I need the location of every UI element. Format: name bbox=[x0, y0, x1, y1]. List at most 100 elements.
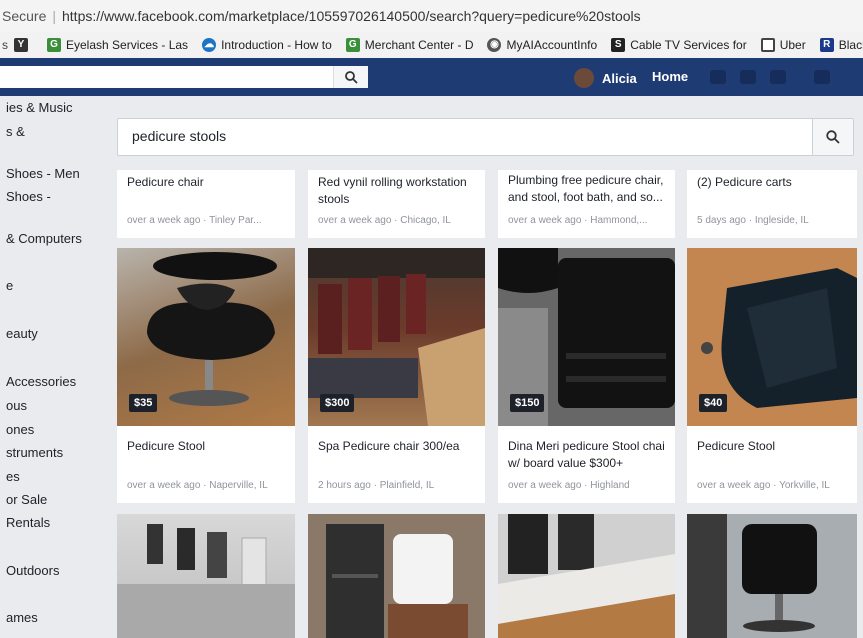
notifications-icon[interactable] bbox=[770, 70, 786, 84]
bookmark-merchant-center[interactable]: G Merchant Center - D bbox=[345, 38, 474, 52]
marketplace-search-button[interactable] bbox=[812, 119, 853, 155]
marketplace-results: Pedicure chair over a week ago · Tinley … bbox=[112, 96, 863, 638]
listing-card[interactable]: $150 Dina Meri pedicure Stool chai w/ bo… bbox=[498, 248, 675, 503]
listing-photo[interactable]: $150 bbox=[498, 248, 675, 426]
listing-title: Plumbing free pedicure chair, and stool,… bbox=[508, 173, 664, 204]
bookmark-label: Introduction - How to bbox=[221, 38, 332, 52]
sidebar-item[interactable]: struments bbox=[6, 445, 63, 460]
s-icon: S bbox=[611, 38, 626, 52]
avatar bbox=[574, 68, 594, 88]
listing-card[interactable]: Red vynil rolling workstation stools ove… bbox=[308, 170, 485, 238]
listing-card[interactable] bbox=[117, 514, 295, 638]
bookmark-introduction[interactable]: ☁ Introduction - How to bbox=[202, 38, 332, 52]
sidebar-item[interactable]: Shoes - bbox=[6, 189, 51, 204]
bookmark-label: Black Tulip S bbox=[838, 38, 863, 52]
security-label: Secure bbox=[2, 8, 47, 24]
sidebar-item[interactable]: ones bbox=[6, 422, 34, 437]
home-link[interactable]: Home bbox=[652, 69, 688, 84]
listing-title: Pedicure chair bbox=[127, 175, 204, 189]
listing-meta: 5 days ago · Ingleside, IL bbox=[697, 215, 809, 226]
listing-card[interactable] bbox=[498, 514, 675, 638]
address-divider: | bbox=[52, 8, 56, 24]
friend-requests-icon[interactable] bbox=[710, 70, 726, 84]
listing-title: Spa Pedicure chair 300/ea bbox=[318, 439, 460, 453]
bookmark-uber[interactable]: Uber bbox=[760, 38, 806, 52]
profile-name: Alicia bbox=[602, 70, 637, 86]
sidebar-item[interactable]: ies & Music bbox=[6, 100, 72, 115]
url-text[interactable]: https://www.facebook.com/marketplace/105… bbox=[62, 8, 641, 24]
listing-photo[interactable]: $40 bbox=[687, 248, 857, 426]
bookmark-label: Merchant Center - D bbox=[364, 38, 474, 52]
cart-photo-illustration bbox=[326, 524, 468, 638]
listing-card[interactable] bbox=[308, 514, 485, 638]
sidebar-item[interactable]: Outdoors bbox=[6, 563, 59, 578]
marketplace-search-bar bbox=[117, 118, 854, 156]
facebook-search-button[interactable] bbox=[333, 66, 368, 88]
sidebar-item[interactable]: e bbox=[6, 278, 13, 293]
messages-icon[interactable] bbox=[740, 70, 756, 84]
listing-photo[interactable] bbox=[117, 514, 295, 638]
profile-link[interactable]: Alicia bbox=[574, 68, 637, 88]
google-icon: G bbox=[345, 38, 360, 52]
price-badge: $40 bbox=[699, 394, 728, 412]
listing-title: (2) Pedicure carts bbox=[697, 175, 792, 189]
listing-photo[interactable]: $300 bbox=[308, 248, 485, 426]
sidebar-item[interactable]: s & bbox=[6, 124, 25, 139]
listing-card[interactable]: $35 Pedicure Stool over a week ago · Nap… bbox=[117, 248, 295, 503]
sidebar-item[interactable]: Shoes - Men bbox=[6, 166, 80, 181]
bookmark-item[interactable]: s Y bbox=[2, 38, 33, 52]
listing-card[interactable] bbox=[687, 514, 857, 638]
bookmark-label: Cable TV Services for bbox=[630, 38, 747, 52]
sidebar-item[interactable]: eauty bbox=[6, 326, 38, 341]
stool-photo-illustration bbox=[687, 514, 857, 638]
sidebar-item[interactable]: es bbox=[6, 469, 20, 484]
listing-meta: 2 hours ago · Plainfield, IL bbox=[318, 480, 435, 491]
facebook-search-box[interactable] bbox=[0, 66, 368, 88]
sidebar-item[interactable]: & Computers bbox=[6, 231, 82, 246]
listing-meta: over a week ago · Highland bbox=[508, 480, 630, 491]
bookmark-label: Eyelash Services - Las bbox=[66, 38, 189, 52]
listing-photo[interactable]: $35 bbox=[117, 248, 295, 426]
listing-title: Pedicure Stool bbox=[697, 439, 776, 453]
price-badge: $150 bbox=[510, 394, 545, 412]
y-icon: Y bbox=[14, 38, 28, 52]
sidebar-item[interactable]: ames bbox=[6, 610, 38, 625]
listing-card[interactable]: Plumbing free pedicure chair, and stool,… bbox=[498, 170, 675, 238]
apps-icon: s bbox=[2, 38, 8, 52]
search-icon bbox=[344, 70, 358, 84]
spa-chairs-photo-illustration bbox=[117, 524, 295, 638]
help-icon[interactable] bbox=[814, 70, 830, 84]
listing-photo[interactable] bbox=[498, 514, 675, 638]
globe-icon: ◉ bbox=[487, 38, 502, 52]
listing-title: Pedicure Stool bbox=[127, 439, 206, 453]
listing-meta: over a week ago · Yorkville, IL bbox=[697, 480, 830, 491]
listing-card[interactable]: (2) Pedicure carts 5 days ago · Inglesid… bbox=[687, 170, 857, 238]
bookmark-cable-tv[interactable]: S Cable TV Services for bbox=[611, 38, 747, 52]
listing-meta: over a week ago · Naperville, IL bbox=[127, 480, 268, 491]
browser-address-bar[interactable]: Secure | https://www.facebook.com/market… bbox=[0, 0, 863, 33]
listing-card[interactable]: $300 Spa Pedicure chair 300/ea 2 hours a… bbox=[308, 248, 485, 503]
listing-title: Red vynil rolling workstation stools bbox=[318, 175, 467, 206]
bookmark-black-tulip[interactable]: R Black Tulip S bbox=[819, 38, 863, 52]
bookmarks-bar: s Y G Eyelash Services - Las ☁ Introduct… bbox=[0, 32, 863, 59]
listing-photo[interactable] bbox=[687, 514, 857, 638]
price-badge: $35 bbox=[129, 394, 158, 412]
marketplace-search-input[interactable] bbox=[130, 127, 794, 145]
facebook-top-bar: Alicia Home bbox=[0, 58, 863, 96]
listing-meta: over a week ago · Hammond,... bbox=[508, 215, 648, 226]
listing-card[interactable]: Pedicure chair over a week ago · Tinley … bbox=[117, 170, 295, 238]
cloud-icon: ☁ bbox=[202, 38, 217, 52]
bookmark-eyelash[interactable]: G Eyelash Services - Las bbox=[47, 38, 188, 52]
bookmark-myaiaccount[interactable]: ◉ MyAIAccountInfo bbox=[487, 38, 597, 52]
search-icon bbox=[826, 130, 840, 144]
sidebar-item[interactable]: Rentals bbox=[6, 515, 50, 530]
notification-icons bbox=[710, 70, 844, 84]
bookmark-label: Uber bbox=[779, 38, 806, 52]
listing-card[interactable]: $40 Pedicure Stool over a week ago · Yor… bbox=[687, 248, 857, 503]
r-icon: R bbox=[819, 38, 834, 52]
sidebar-item[interactable]: ous bbox=[6, 398, 27, 413]
sidebar-item[interactable]: Accessories bbox=[6, 374, 76, 389]
price-badge: $300 bbox=[320, 394, 355, 412]
listing-photo[interactable] bbox=[308, 514, 485, 638]
sidebar-item[interactable]: or Sale bbox=[6, 492, 47, 507]
